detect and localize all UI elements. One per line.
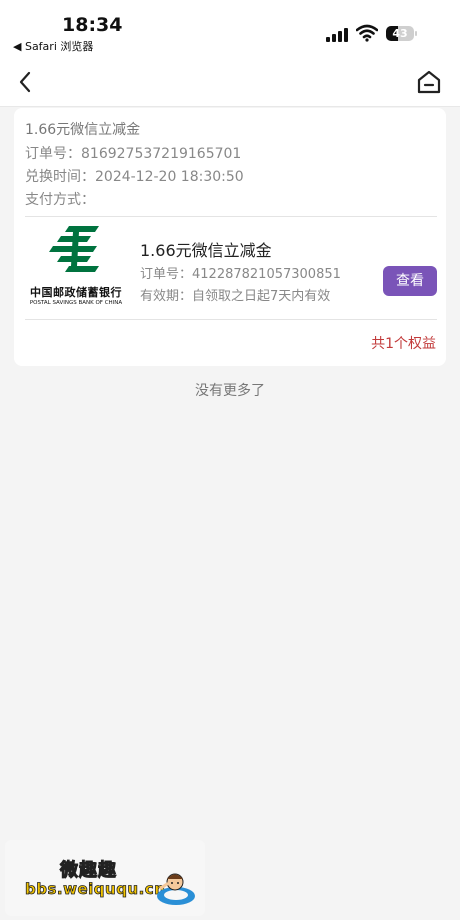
order-title: 1.66元微信立减金 — [25, 122, 141, 138]
item-order-number-label: 订单号： — [140, 267, 193, 282]
order-number-row: 订单号：816927537219165701 — [25, 143, 241, 163]
postal-bank-emblem-icon — [49, 226, 99, 272]
validity-label: 有效期： — [140, 289, 193, 304]
bank-logo: 中国邮政储蓄银行 POSTAL SAVINGS BANK OF CHINA — [22, 224, 130, 308]
status-bar: 18:34 ◀ Safari 浏览器 43 — [0, 0, 460, 58]
item-order-number-row: 订单号：412287821057300851 — [140, 263, 341, 282]
validity-row: 有效期：自领取之日起7天内有效 — [140, 285, 330, 304]
wifi-icon — [356, 24, 378, 42]
validity-value: 自领取之日起7天内有效 — [192, 289, 331, 304]
item-order-number-value: 412287821057300851 — [192, 267, 341, 282]
watermark-url: bbs.weiququ.cn — [25, 880, 166, 899]
list-end-text: 没有更多了 — [195, 383, 265, 399]
chevron-left-icon[interactable] — [14, 70, 38, 94]
back-to-safari-link[interactable]: ◀ Safari 浏览器 — [13, 38, 93, 54]
status-time: 18:34 — [62, 14, 123, 36]
benefit-count: 共1个权益 — [371, 336, 436, 352]
order-number-value: 816927537219165701 — [81, 146, 242, 162]
battery-tip — [415, 31, 417, 36]
watermark-title: 微趣趣 — [60, 860, 117, 882]
mascot-icon — [157, 873, 195, 905]
exchange-time-row: 兑换时间：2024-12-20 18:30:50 — [25, 166, 244, 186]
bank-name-cn: 中国邮政储蓄银行 — [30, 286, 122, 299]
divider — [25, 319, 437, 320]
view-button[interactable]: 查看 — [383, 266, 437, 296]
battery-icon: 43 — [386, 26, 414, 41]
home-icon[interactable] — [416, 69, 442, 95]
exchange-time-value: 2024-12-20 18:30:50 — [95, 169, 244, 185]
nav-bar — [0, 58, 460, 107]
cellular-signal-icon — [326, 26, 350, 42]
order-card: 1.66元微信立减金 订单号：816927537219165701 兑换时间：2… — [14, 108, 446, 366]
exchange-time-label: 兑换时间： — [25, 169, 95, 185]
divider — [25, 216, 437, 217]
product-name: 1.66元微信立减金 — [140, 241, 272, 260]
payment-method-label: 支付方式： — [25, 192, 95, 208]
bank-name-en: POSTAL SAVINGS BANK OF CHINA — [29, 300, 123, 306]
battery-level: 43 — [392, 27, 408, 40]
payment-method-row: 支付方式： — [25, 189, 95, 209]
order-number-label: 订单号： — [25, 146, 81, 162]
watermark: 微趣趣 bbs.weiququ.cn — [5, 840, 205, 916]
